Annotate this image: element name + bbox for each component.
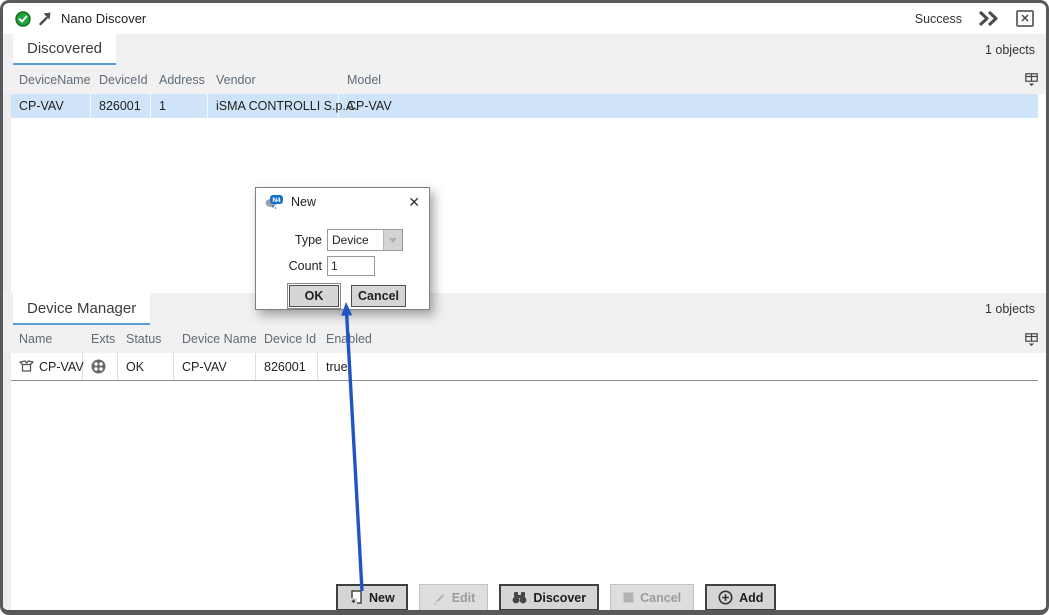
tab-device-manager-label: Device Manager xyxy=(27,300,136,317)
status-text: Success xyxy=(915,12,962,26)
col-name[interactable]: Name xyxy=(11,332,83,346)
column-chooser-icon[interactable] xyxy=(1023,72,1039,88)
col-model[interactable]: Model xyxy=(339,73,1046,87)
title-bar: Nano Discover Success ✕ xyxy=(3,3,1046,34)
close-button[interactable]: ✕ xyxy=(1016,10,1034,27)
discovered-row[interactable]: CP-VAV 826001 1 iSMA CONTROLLI S.p.A. CP… xyxy=(11,94,1038,118)
type-field-row: Type Device xyxy=(270,229,403,251)
cancel-button[interactable]: Cancel xyxy=(610,584,694,611)
device-manager-table-header: Name Exts Status Device Name Device Id E… xyxy=(3,325,1046,353)
type-dropdown-value: Device xyxy=(328,230,383,250)
column-chooser-icon[interactable] xyxy=(1023,331,1039,347)
tab-discovered[interactable]: Discovered xyxy=(13,34,116,65)
new-dialog-titlebar: N4 New ✕ xyxy=(256,188,429,215)
svg-text:N4: N4 xyxy=(272,197,281,204)
discover-button[interactable]: Discover xyxy=(499,584,599,611)
add-circle-icon xyxy=(718,590,733,605)
cell-status: OK xyxy=(118,353,174,380)
device-manager-row[interactable]: CP-VAV OK CP-VAV 826001 true xyxy=(11,353,1038,381)
cell-device-id: 826001 xyxy=(256,353,318,380)
edit-button[interactable]: Edit xyxy=(419,584,489,611)
dialog-close-icon[interactable]: ✕ xyxy=(408,195,420,209)
count-field-row: Count xyxy=(270,256,375,276)
new-dialog-title: New xyxy=(291,195,316,209)
discovered-objects-count: 1 objects xyxy=(985,34,1035,65)
cell-name-text: CP-VAV xyxy=(39,360,84,374)
cell-vendor: iSMA CONTROLLI S.p.A. xyxy=(208,94,339,118)
chevron-down-icon xyxy=(389,238,397,243)
stop-square-icon xyxy=(623,592,634,603)
new-dialog: N4 New ✕ Type Device Count OK Cancel xyxy=(255,187,430,310)
discovered-tab-strip: Discovered 1 objects xyxy=(3,34,1046,65)
dropdown-button[interactable] xyxy=(383,230,402,250)
tab-discovered-label: Discovered xyxy=(27,40,102,57)
col-status[interactable]: Status xyxy=(118,332,174,346)
type-label: Type xyxy=(270,233,322,247)
window-title: Nano Discover xyxy=(61,11,146,26)
cell-address: 1 xyxy=(151,94,208,118)
col-devicename[interactable]: DeviceName xyxy=(11,73,91,87)
edit-pencil-icon xyxy=(432,591,446,605)
new-document-icon xyxy=(349,590,363,605)
col-exts[interactable]: Exts xyxy=(83,332,118,346)
ok-button[interactable]: OK xyxy=(289,285,339,307)
cell-exts xyxy=(83,353,118,380)
expand-chevrons-icon[interactable] xyxy=(976,10,1000,27)
binoculars-icon xyxy=(512,591,527,604)
cell-device-name: CP-VAV xyxy=(11,94,91,118)
dialog-cancel-button[interactable]: Cancel xyxy=(351,285,406,307)
action-button-bar: New Edit Discover Cancel Add xyxy=(336,584,776,611)
new-button-label: New xyxy=(369,591,395,605)
cell-model: CP-VAV xyxy=(339,94,1038,118)
cell-enabled: true xyxy=(318,353,1038,380)
count-input[interactable] xyxy=(327,256,375,276)
new-button[interactable]: New xyxy=(336,584,408,611)
cancel-button-label: Cancel xyxy=(640,591,681,605)
col-deviceid[interactable]: DeviceId xyxy=(91,73,151,87)
tab-device-manager[interactable]: Device Manager xyxy=(13,293,150,325)
discovered-table-header: DeviceName DeviceId Address Vendor Model xyxy=(3,65,1046,94)
n4-logo-icon: N4 xyxy=(265,194,284,209)
add-button[interactable]: Add xyxy=(705,584,776,611)
edit-button-label: Edit xyxy=(452,591,476,605)
col-enabled[interactable]: Enabled xyxy=(318,332,1046,346)
nano-discover-window: Nano Discover Success ✕ Discovered 1 obj… xyxy=(0,0,1049,615)
device-manager-tab-strip: Device Manager 1 objects xyxy=(3,293,1046,325)
success-check-icon xyxy=(15,11,31,27)
discover-button-label: Discover xyxy=(533,591,586,605)
col-address[interactable]: Address xyxy=(151,73,208,87)
add-button-label: Add xyxy=(739,591,763,605)
cell-name: CP-VAV xyxy=(11,353,83,380)
col-device-id[interactable]: Device Id xyxy=(256,332,318,346)
cell-device-name: CP-VAV xyxy=(174,353,256,380)
exts-quad-icon[interactable] xyxy=(91,359,106,374)
device-box-icon xyxy=(19,360,34,373)
count-label: Count xyxy=(270,259,322,273)
cell-device-id: 826001 xyxy=(91,94,151,118)
col-vendor[interactable]: Vendor xyxy=(208,73,339,87)
device-manager-objects-count: 1 objects xyxy=(985,293,1035,325)
jump-arrow-icon xyxy=(38,11,53,26)
col-device-name[interactable]: Device Name xyxy=(174,332,256,346)
type-dropdown[interactable]: Device xyxy=(327,229,403,251)
